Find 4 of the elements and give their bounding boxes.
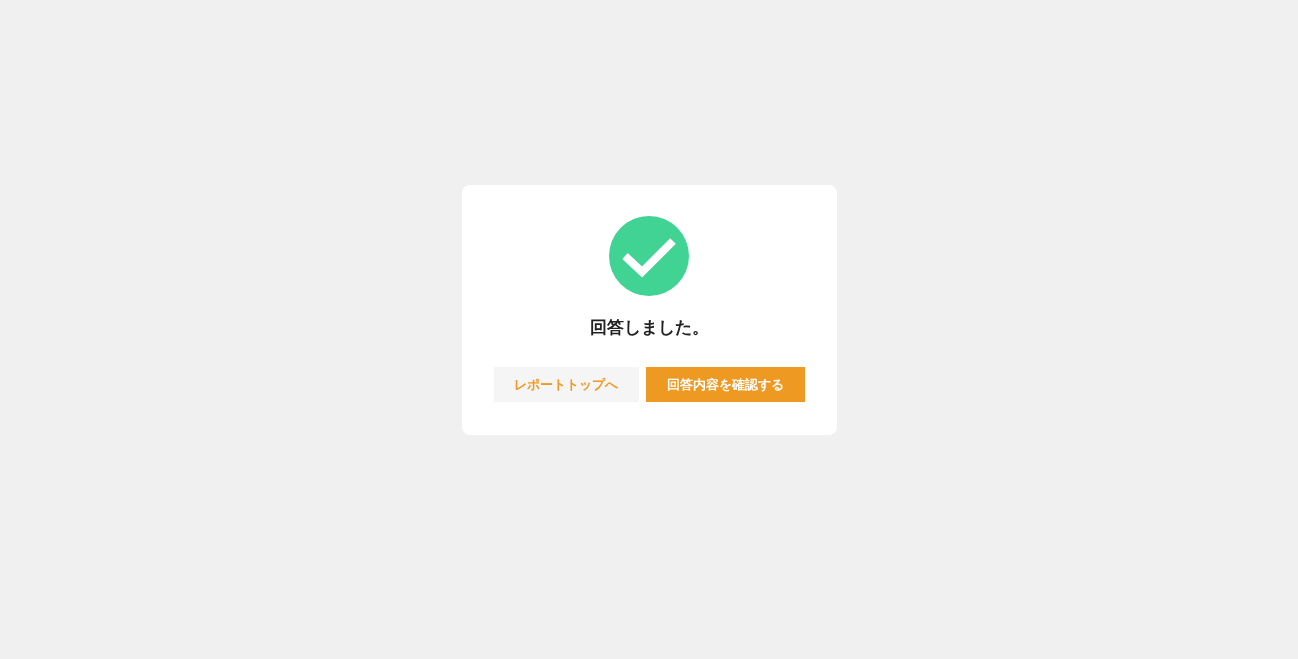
report-top-button[interactable]: レポートトップへ [493,367,639,402]
check-icon [609,216,689,296]
view-answers-button[interactable]: 回答内容を確認する [645,367,805,402]
success-message: 回答しました。 [589,316,709,339]
